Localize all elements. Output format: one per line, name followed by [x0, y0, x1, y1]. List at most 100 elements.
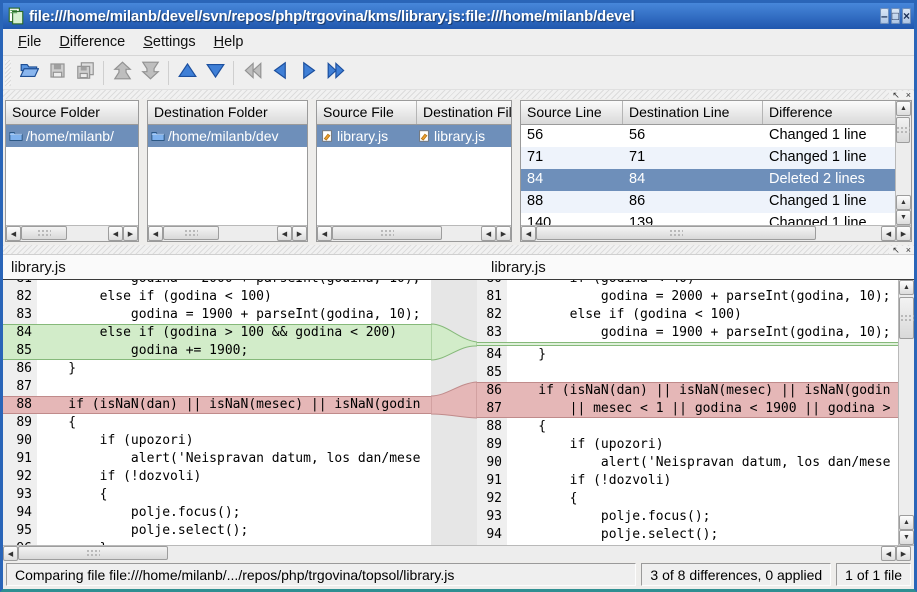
code-text: godina = 1900 + parseInt(godina, 10); — [37, 306, 431, 324]
diff-row[interactable]: 5656Changed 1 line — [521, 125, 895, 147]
scroll-up-icon[interactable]: ▲ — [896, 101, 911, 116]
line-number: 89 — [3, 414, 37, 432]
code-text: godina = 2000 + parseInt(godina, 10); — [507, 288, 898, 306]
maximize-button[interactable]: □ — [891, 8, 900, 24]
top-dock-handle[interactable]: ↖ × — [3, 90, 914, 99]
code-text: } — [37, 540, 431, 545]
code-text: || mesec < 1 || godina < 1900 || godina … — [507, 400, 898, 418]
files-hscrollbar[interactable]: ◀◀▶ — [317, 225, 511, 241]
code-text: } — [507, 346, 898, 364]
diff-row[interactable]: 8886Changed 1 line — [521, 191, 895, 213]
folder-icon — [151, 129, 165, 143]
line-number: 89 — [477, 436, 507, 454]
open-button[interactable] — [15, 59, 43, 87]
diff-connector-area — [431, 280, 477, 545]
statusbar: Comparing file file:///home/milanb/.../r… — [3, 561, 914, 589]
menu-item-file[interactable]: File — [9, 31, 50, 53]
diff-row[interactable]: 140139Changed 1 line — [521, 213, 895, 225]
code-text: } — [507, 544, 898, 545]
dock-restore-icon[interactable]: ↖ — [889, 91, 903, 99]
scroll-down-icon[interactable]: ▼ — [896, 210, 911, 225]
previous-difference-button[interactable] — [173, 59, 201, 87]
source-code-line: 86 } — [3, 360, 431, 378]
line-number: 86 — [477, 382, 507, 400]
destination-pane-title: library.js — [431, 255, 914, 279]
source-file-header[interactable]: Source File — [317, 101, 417, 124]
column-header-destination-line[interactable]: Destination Line — [623, 101, 763, 124]
cell-difference: Changed 1 line — [763, 213, 895, 225]
differences-vscrollbar[interactable]: ▲ ▲ ▼ — [895, 101, 911, 225]
status-differences: 3 of 8 differences, 0 applied — [641, 563, 831, 586]
file-icon — [320, 129, 334, 143]
scroll-left-icon[interactable]: ◀ — [6, 226, 21, 241]
line-number: 90 — [3, 432, 37, 450]
scroll-up-icon[interactable]: ▲ — [899, 280, 914, 295]
previous-button[interactable] — [266, 59, 294, 87]
line-number: 84 — [3, 324, 37, 342]
save-icon — [48, 61, 67, 85]
destination-folder-item[interactable]: /home/milanb/dev — [148, 125, 307, 147]
bottom-dock-handle[interactable]: ↖ × — [3, 245, 914, 254]
destination-code-line[interactable]: 86 if (isNaN(dan) || isNaN(mesec) || isN… — [477, 382, 898, 400]
code-text: else if (godina > 100 && godina < 200) — [37, 324, 431, 342]
unapply-difference-button — [108, 59, 136, 87]
code-text: else if (godina < 100) — [507, 306, 898, 324]
source-folder-hscrollbar[interactable]: ◀◀▶ — [6, 225, 138, 241]
line-number: 95 — [3, 522, 37, 540]
cell-destination: 56 — [623, 125, 763, 147]
dock-close-icon[interactable]: × — [903, 91, 914, 99]
code-text: polje.select(); — [37, 522, 431, 540]
cell-destination: 139 — [623, 213, 763, 225]
source-code-line: 96 } — [3, 540, 431, 545]
minimize-button[interactable]: – — [880, 8, 889, 24]
destination-code-line[interactable]: 87 || mesec < 1 || godina < 1900 || godi… — [477, 400, 898, 418]
destination-file-header[interactable]: Destination File — [417, 101, 511, 124]
source-code-line[interactable]: 84 else if (godina > 100 && godina < 200… — [3, 324, 431, 342]
destination-code-line: 81 godina = 2000 + parseInt(godina, 10); — [477, 288, 898, 306]
code-text: polje.focus(); — [37, 504, 431, 522]
kompare-window: file:///home/milanb/devel/svn/repos/php/… — [0, 0, 917, 592]
source-code-line: 82 else if (godina < 100) — [3, 288, 431, 306]
destination-code-line: 89 if (upozori) — [477, 436, 898, 454]
scroll-down-icon[interactable]: ▼ — [899, 530, 914, 545]
close-button[interactable]: × — [902, 8, 911, 24]
last-difference-button[interactable] — [322, 59, 350, 87]
source-code-line[interactable]: 85 godina += 1900; — [3, 342, 431, 360]
column-header-source-line[interactable]: Source Line — [521, 101, 623, 124]
next-difference-button[interactable] — [201, 59, 229, 87]
cell-destination: 86 — [623, 191, 763, 213]
diff-vscrollbar[interactable]: ▲ ▲ ▼ — [898, 280, 914, 545]
menu-item-help[interactable]: Help — [205, 31, 253, 53]
file-pair-item[interactable]: library.js library.js — [317, 125, 511, 147]
column-header-difference[interactable]: Difference — [763, 101, 895, 124]
titlebar[interactable]: file:///home/milanb/devel/svn/repos/php/… — [3, 3, 914, 29]
destination-folder-hscrollbar[interactable]: ◀◀▶ — [148, 225, 307, 241]
toolbar-drag-handle[interactable] — [5, 60, 11, 86]
cell-destination: 84 — [623, 169, 763, 191]
next-button[interactable] — [294, 59, 322, 87]
code-text: { — [507, 490, 898, 508]
code-text: { — [507, 418, 898, 436]
cell-difference: Deleted 2 lines — [763, 169, 895, 191]
menu-item-difference[interactable]: Difference — [50, 31, 134, 53]
source-folder-path: /home/milanb/ — [26, 128, 114, 144]
diff-hscrollbar[interactable]: ◀◀▶ — [3, 545, 914, 561]
navigation-panels: Source Folder /home/milanb/ ◀◀▶ Destinat… — [3, 100, 914, 242]
thick-arrow-down-icon — [141, 61, 160, 85]
code-text — [507, 364, 898, 382]
diff-row[interactable]: 7171Changed 1 line — [521, 147, 895, 169]
source-folder-item[interactable]: /home/milanb/ — [6, 125, 138, 147]
line-number: 82 — [477, 306, 507, 324]
source-folder-header[interactable]: Source Folder — [6, 101, 138, 124]
diff-row[interactable]: 8484Deleted 2 lines — [521, 169, 895, 191]
toolbar-separator — [233, 61, 234, 85]
differences-hscrollbar[interactable]: ◀◀▶ — [521, 225, 911, 241]
destination-folder-panel: Destination Folder /home/milanb/dev ◀◀▶ — [147, 100, 308, 242]
source-code-line: 87 — [3, 378, 431, 396]
dock-close-icon[interactable]: × — [903, 246, 914, 254]
source-code-line[interactable]: 88 if (isNaN(dan) || isNaN(mesec) || isN… — [3, 396, 431, 414]
dock-restore-icon[interactable]: ↖ — [889, 246, 903, 254]
source-code-line: 89 { — [3, 414, 431, 432]
menu-item-settings[interactable]: Settings — [134, 31, 204, 53]
destination-folder-header[interactable]: Destination Folder — [148, 101, 307, 124]
